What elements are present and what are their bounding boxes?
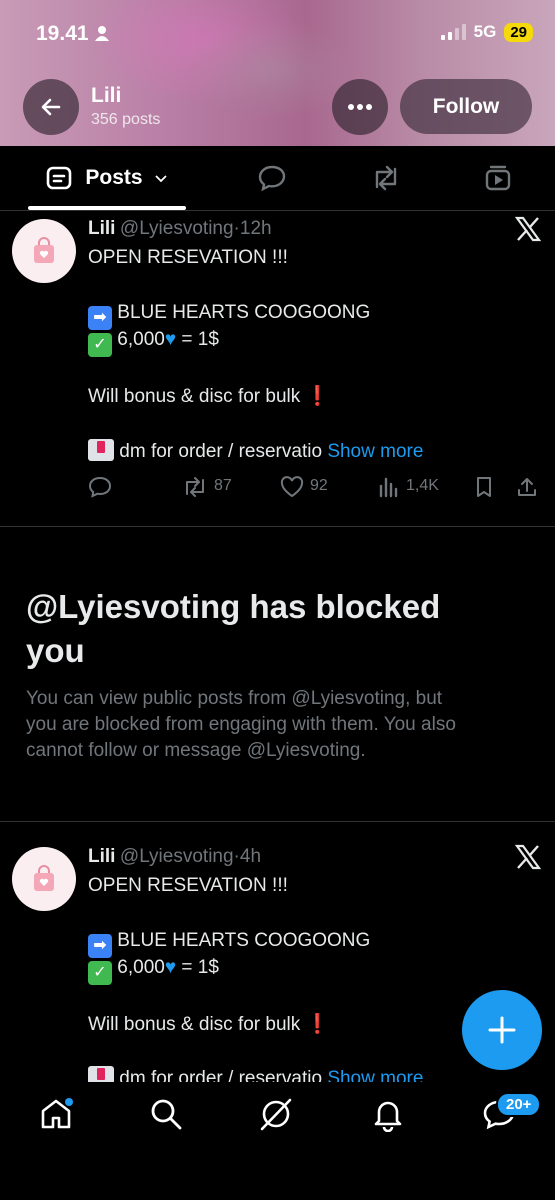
exclamation-icon: ❗ (305, 1014, 330, 1035)
more-options-button[interactable] (332, 79, 388, 135)
bell-icon (374, 1101, 402, 1133)
back-arrow-icon (41, 98, 61, 116)
shopping-bag-icon (34, 237, 54, 263)
battery-indicator: 29 (504, 22, 533, 42)
post-text-line: OPEN RESEVATION !!! (88, 875, 288, 896)
reply-bubble-icon (258, 165, 286, 192)
views-chart-icon[interactable] (378, 476, 400, 498)
post-text-line: Will bonus & disc for bulk ❗ (88, 386, 330, 407)
search-icon (151, 1099, 182, 1130)
check-mark-emoji-icon: ✓ (88, 961, 112, 985)
plus-icon (488, 1016, 516, 1044)
post-text-line: OPEN RESEVATION !!! (88, 247, 288, 268)
post-text-line: ✓ 6,000♥ = 1$ (88, 957, 219, 985)
right-arrow-emoji-icon: ➡ (88, 934, 112, 958)
person-icon (95, 26, 110, 41)
bottom-navigation: 20+ (0, 1082, 555, 1200)
notifications-badge: 20+ (496, 1092, 542, 1117)
back-button[interactable] (23, 79, 79, 135)
like-count: 92 (310, 477, 328, 494)
avatar[interactable] (12, 219, 76, 283)
signal-icon (440, 24, 466, 40)
avatar[interactable] (12, 847, 76, 911)
repost-icon[interactable] (182, 476, 208, 498)
x-logo-icon (514, 843, 542, 876)
post-text-line: dm for order / reservatio Show more (88, 439, 423, 463)
nav-search[interactable] (148, 1096, 184, 1137)
follow-button[interactable]: Follow (400, 79, 532, 134)
post-time: ·12h (233, 218, 272, 239)
compose-post-button[interactable] (462, 990, 542, 1070)
x-logo-icon (514, 215, 542, 248)
active-tab-indicator (28, 206, 186, 210)
tab-posts-label: Posts (85, 166, 143, 189)
nav-notifications[interactable] (370, 1096, 406, 1137)
bookmark-icon[interactable] (474, 476, 494, 498)
post-text-line: ➡ BLUE HEARTS COOGOONG (88, 930, 370, 958)
chevron-down-icon (154, 175, 167, 183)
post-header: Lili @Lyiesvoting·12h (88, 218, 272, 240)
more-dots-icon (348, 104, 372, 110)
blocked-description: You can view public posts from @Lyiesvot… (26, 688, 456, 761)
post-time: ·4h (233, 846, 262, 867)
tab-replies[interactable] (240, 146, 304, 210)
show-more-link[interactable]: Show more (327, 441, 423, 462)
post-header: Lili @Lyiesvoting·4h (88, 846, 261, 868)
post-text-line: ➡ BLUE HEARTS COOGOONG (88, 302, 370, 330)
post-text-line: ✓ 6,000♥ = 1$ (88, 329, 219, 357)
author-name[interactable]: Lili (88, 218, 115, 239)
blocked-title: @Lyiesvoting has blocked you (26, 588, 441, 669)
author-handle[interactable]: @Lyiesvoting (120, 218, 234, 239)
reply-icon[interactable] (88, 476, 112, 498)
envelope-emoji-icon (88, 439, 114, 461)
shopping-bag-icon (34, 865, 54, 891)
exclamation-icon: ❗ (305, 386, 330, 407)
home-icon (41, 1098, 73, 1129)
repost-count: 87 (214, 477, 232, 494)
nav-grok[interactable] (258, 1096, 294, 1137)
divider (0, 526, 555, 527)
view-count: 1,4K (406, 477, 439, 494)
share-icon[interactable] (516, 476, 538, 498)
network-label: 5G (473, 22, 497, 41)
repost-icon (375, 165, 397, 191)
posts-count: 356 posts (91, 111, 161, 128)
tab-reposts[interactable] (354, 146, 418, 210)
author-name[interactable]: Lili (88, 846, 115, 867)
check-mark-emoji-icon: ✓ (88, 333, 112, 357)
profile-name: Lili (91, 84, 122, 107)
nav-home[interactable] (38, 1096, 74, 1137)
blue-heart-icon: ♥ (164, 329, 177, 350)
status-indicators: 5G 29 (440, 22, 533, 42)
divider (0, 821, 555, 822)
post-text-line: Will bonus & disc for bulk ❗ (88, 1014, 330, 1035)
grok-icon (260, 1098, 292, 1131)
posts-icon (47, 166, 72, 190)
blue-heart-icon: ♥ (164, 957, 177, 978)
post-actions: 87 92 1,4K (88, 474, 543, 500)
like-heart-icon[interactable] (280, 476, 304, 498)
tab-posts[interactable]: Posts (28, 146, 186, 210)
right-arrow-emoji-icon: ➡ (88, 306, 112, 330)
author-handle[interactable]: @Lyiesvoting (120, 846, 234, 867)
tab-media[interactable] (466, 146, 530, 210)
profile-tabs: Posts (0, 146, 555, 211)
status-time: 19.41 (36, 22, 110, 46)
media-icon (485, 165, 511, 191)
